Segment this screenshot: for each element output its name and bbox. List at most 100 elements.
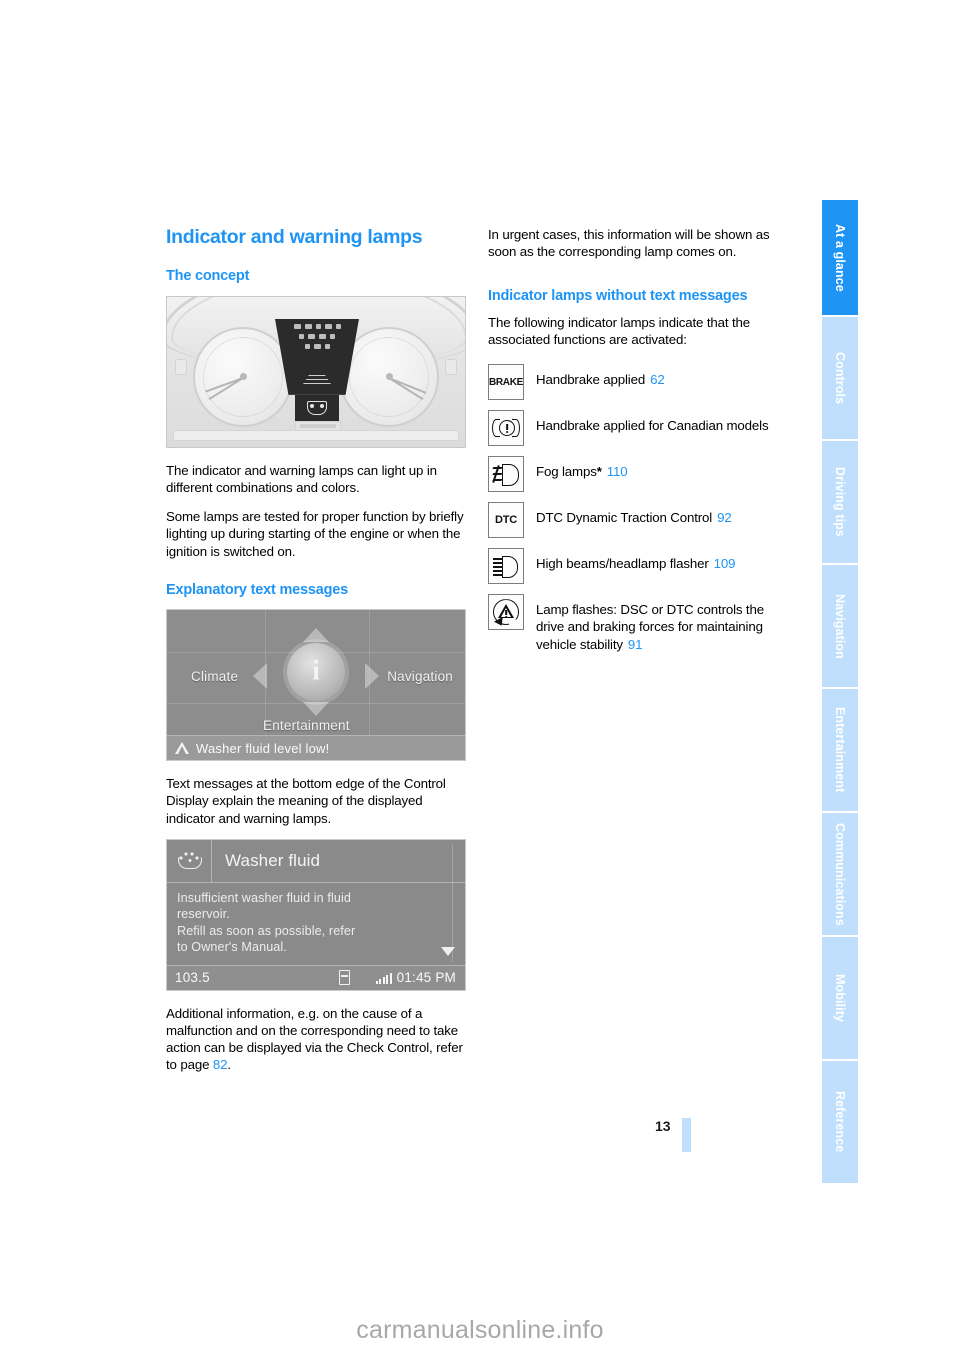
indicator-lamp — [315, 323, 321, 329]
indicator-lamp — [313, 343, 321, 349]
lamp-description: Fog lamps* 110 — [536, 456, 628, 480]
sidebar-tab-reference[interactable]: Reference — [822, 1061, 858, 1183]
indicator-lamp — [304, 323, 312, 329]
sidebar-tab-navigation[interactable]: Navigation — [822, 565, 858, 687]
clock-value: 01:45 PM — [396, 970, 456, 986]
road-display-icon — [300, 372, 334, 389]
cluster-right-side-tab — [445, 358, 457, 375]
page-number-bar — [682, 1118, 691, 1152]
handbrake-glyph — [492, 417, 520, 439]
brake-text-icon: BRAKE — [488, 364, 524, 401]
watermark: carmanualsonline.info — [356, 1316, 604, 1344]
high-beam-icon — [488, 548, 524, 585]
radio-frequency-value: 103.5 — [175, 970, 210, 986]
table-row: Handbrake applied for Canadian models — [488, 410, 790, 447]
cc-body-line-1: Insufficient washer fluid in fluid — [177, 890, 351, 905]
lamp-description-text: Lamp flashes: DSC or DTC controls the dr… — [536, 602, 764, 652]
indicator-lamp — [330, 333, 335, 339]
dtc-icon-label: DTC — [494, 514, 517, 527]
dsc-glyph — [493, 599, 519, 629]
chapter-tab-sidebar: At a glance Controls Driving tips Navigatio… — [822, 200, 858, 1185]
speedometer-tick-ring — [203, 336, 283, 417]
signal-strength-icon — [375, 972, 392, 984]
cluster-indicator-panel — [275, 318, 359, 395]
washer-fluid-warning-icon — [307, 400, 327, 415]
dtc-text-icon: DTC — [488, 502, 524, 539]
sidebar-tab-driving-tips[interactable]: Driving tips — [822, 441, 858, 563]
cc-body-line-4: to Owner's Manual. — [177, 940, 287, 955]
arrow-up-icon — [303, 628, 329, 643]
sidebar-tab-entertainment[interactable]: Entertainment — [822, 689, 858, 811]
paragraph-lamps-intro: The following indicator lamps indicate t… — [488, 314, 750, 347]
idrive-info-knob-icon — [287, 643, 345, 702]
sidebar-tab-communications[interactable]: Communications — [822, 813, 858, 935]
washer-fluid-icon — [177, 851, 202, 870]
fog-lamp-glyph — [492, 464, 520, 487]
figure-idrive-menu: Climate Navigation Entertainment Washer … — [166, 609, 466, 762]
indicator-lamp — [308, 333, 315, 339]
speedometer-dial — [193, 326, 293, 427]
brake-icon-label: BRAKE — [488, 376, 524, 388]
cc-scroll-track[interactable] — [452, 843, 457, 962]
lamp-description-text: Fog lamps — [536, 464, 597, 480]
indicator-lamp — [299, 333, 304, 339]
page-reference-82[interactable]: 82 — [213, 1057, 228, 1072]
idrive-navigation-label: Navigation — [387, 669, 453, 685]
lamp-page-ref[interactable]: 110 — [607, 464, 628, 479]
lamp-page-ref[interactable]: 62 — [650, 372, 665, 387]
table-row: BRAKE Handbrake applied 62 — [488, 364, 790, 401]
idrive-entertainment-label: Entertainment — [263, 718, 350, 734]
page-title: Indicator and warning lamps — [166, 226, 423, 248]
indicator-lamp — [304, 343, 310, 349]
idrive-climate-label: Climate — [191, 669, 239, 685]
figure-check-control-message: Washer fluid Insufficient washer fluid i… — [166, 838, 466, 991]
heading-the-concept: The concept — [166, 268, 250, 285]
right-column: In urgent cases, this information will b… — [488, 226, 790, 663]
tachometer-tick-ring — [349, 336, 429, 417]
idrive-status-message: Washer fluid level low! — [196, 740, 330, 756]
indicator-lamp-row-2 — [275, 333, 359, 339]
lamp-description: Handbrake applied for Canadian models — [536, 410, 769, 434]
arrow-right-icon — [365, 663, 379, 690]
lamp-description: Handbrake applied 62 — [536, 364, 665, 388]
indicator-lamp — [324, 343, 330, 349]
cc-body-line-3: Refill as soon as possible, refer — [177, 923, 356, 938]
indicator-lamp-row-1 — [275, 323, 359, 329]
lamp-page-ref[interactable]: 91 — [628, 637, 643, 652]
warning-triangle-icon — [175, 742, 189, 755]
table-row: Fog lamps* 110 — [488, 456, 790, 493]
table-row: Lamp flashes: DSC or DTC controls the dr… — [488, 594, 790, 653]
indicator-lamp-row-3 — [275, 343, 359, 349]
cluster-warning-panel — [295, 394, 339, 421]
cc-title-text: Washer fluid — [225, 850, 321, 870]
lamp-description: DTC Dynamic Traction Control 92 — [536, 502, 732, 526]
paragraph-urgent-cases: In urgent cases, this information will b… — [488, 227, 770, 260]
paragraph-concept-2: Some lamps are tested for proper functio… — [166, 509, 464, 559]
indicator-lamp — [319, 333, 326, 339]
arrow-left-icon — [253, 663, 267, 690]
indicator-lamp — [324, 323, 332, 329]
lamp-page-ref[interactable]: 109 — [714, 556, 736, 571]
sidebar-tab-at-a-glance[interactable]: At a glance — [822, 200, 858, 315]
heading-indicator-lamps-without-text-messages: Indicator lamps without text messages — [488, 288, 748, 305]
lamp-description-text: Handbrake applied — [536, 372, 646, 388]
cc-body-text: Insufficient washer fluid in fluid reser… — [177, 890, 439, 956]
paragraph-additional-information-text: Additional information, e.g. on the caus… — [166, 1005, 463, 1073]
paragraph-text-messages: Text messages at the bottom edge of the … — [166, 776, 446, 826]
lamp-description-text: DTC Dynamic Traction Control — [536, 510, 713, 526]
cluster-left-side-tab — [175, 358, 187, 375]
paragraph-additional-information-period: . — [227, 1057, 231, 1073]
figure-instrument-cluster: VIICC0604 — [166, 295, 466, 448]
sidebar-tab-controls[interactable]: Controls — [822, 317, 858, 439]
lamp-page-ref[interactable]: 92 — [717, 510, 732, 525]
cd-icon — [338, 970, 350, 986]
cc-icon-cell — [167, 839, 212, 882]
cluster-base-trim — [173, 429, 459, 441]
paragraph-additional-information: Additional information, e.g. on the caus… — [166, 1005, 468, 1074]
arrow-down-icon — [303, 702, 329, 717]
sidebar-tab-mobility[interactable]: Mobility — [822, 937, 858, 1059]
idrive-status-bar: Washer fluid level low! — [167, 735, 465, 761]
left-column: Indicator and warning lamps The concept — [166, 226, 468, 1074]
handbrake-canadian-icon — [488, 410, 524, 447]
lamp-description: High beams/headlamp flasher 109 — [536, 548, 736, 572]
